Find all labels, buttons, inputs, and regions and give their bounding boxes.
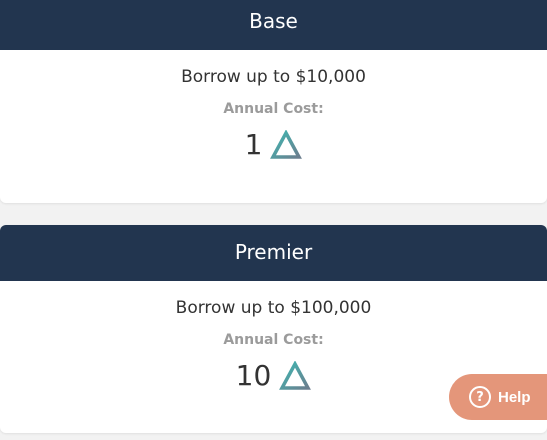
question-circle-icon: ? bbox=[469, 386, 491, 408]
plan-card-base[interactable]: Base Borrow up to $10,000 Annual Cost: 1 bbox=[0, 0, 547, 203]
annual-cost-label: Annual Cost: bbox=[223, 101, 324, 117]
borrow-limit-text: Borrow up to $10,000 bbox=[181, 67, 366, 87]
help-button[interactable]: ? Help bbox=[449, 374, 547, 420]
annual-cost-row: 1 bbox=[0, 129, 547, 161]
help-label: Help bbox=[498, 388, 531, 406]
annual-cost-value: 1 bbox=[244, 128, 263, 161]
borrow-limit-text: Borrow up to $100,000 bbox=[175, 298, 372, 318]
page: Base Borrow up to $10,000 Annual Cost: 1 bbox=[0, 0, 547, 440]
annual-cost-label: Annual Cost: bbox=[223, 332, 324, 348]
delta-triangle-icon bbox=[279, 361, 312, 390]
annual-cost-value: 10 bbox=[235, 359, 272, 392]
delta-triangle-icon bbox=[270, 130, 303, 159]
plan-body: Borrow up to $10,000 Annual Cost: 1 bbox=[0, 67, 547, 161]
plan-title: Base bbox=[0, 0, 547, 50]
plan-title: Premier bbox=[0, 225, 547, 281]
